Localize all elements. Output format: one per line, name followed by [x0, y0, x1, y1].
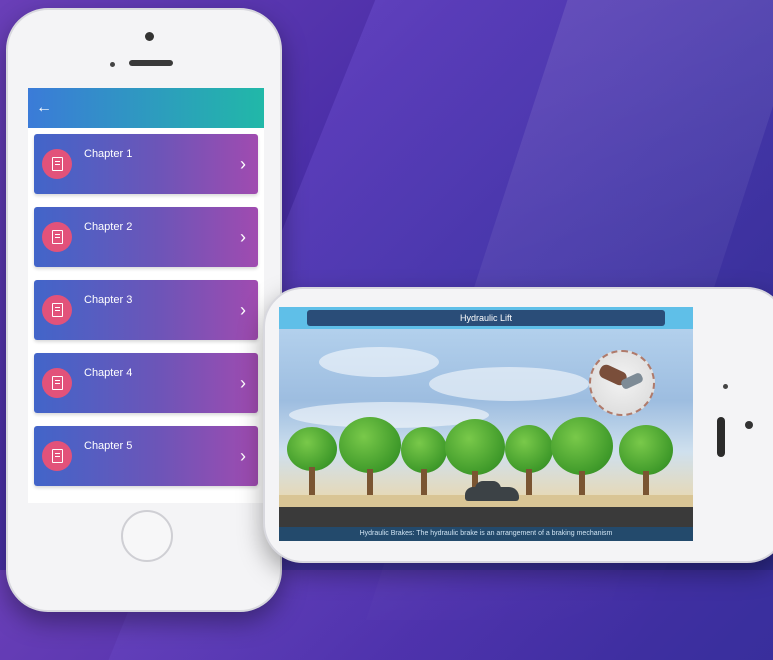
- home-button[interactable]: [121, 510, 173, 562]
- book-icon: [42, 149, 72, 179]
- sensor-dot: [723, 384, 728, 389]
- landscape-phone: Hydraulic Lift Hydraulic Brakes: The hyd…: [263, 287, 773, 563]
- sensor-dot: [110, 62, 115, 67]
- chapter-label: Chapter 5: [84, 440, 133, 452]
- earpiece-speaker: [129, 60, 173, 66]
- arrow-left-icon[interactable]: ←: [36, 99, 52, 117]
- earpiece-speaker: [717, 417, 725, 457]
- chapter-label: Chapter 4: [84, 367, 133, 379]
- chapter-list-screen: ← Chapter 1 › Chapter 2 › Chapter 3 › Ch…: [28, 88, 264, 503]
- car: [465, 481, 519, 501]
- chevron-right-icon: ›: [240, 445, 246, 466]
- book-icon: [42, 368, 72, 398]
- chevron-right-icon: ›: [240, 226, 246, 247]
- simulation-title: Hydraulic Lift: [307, 310, 665, 326]
- front-camera: [145, 32, 154, 41]
- chapter-label: Chapter 2: [84, 221, 133, 233]
- chevron-right-icon: ›: [240, 299, 246, 320]
- simulation-caption: Hydraulic Brakes: The hydraulic brake is…: [279, 527, 693, 541]
- cloud: [429, 367, 589, 401]
- chapter-item-5[interactable]: Chapter 5 ›: [34, 426, 258, 486]
- magnifier-callout: [589, 350, 655, 416]
- chapter-item-3[interactable]: Chapter 3 ›: [34, 280, 258, 340]
- front-camera: [745, 421, 753, 429]
- app-bar: ←: [28, 88, 264, 128]
- simulation-top-bar: Hydraulic Lift: [279, 307, 693, 329]
- chapter-label: Chapter 3: [84, 294, 133, 306]
- simulation-screen: Hydraulic Lift Hydraulic Brakes: The hyd…: [279, 307, 693, 541]
- chapter-label: Chapter 1: [84, 148, 133, 160]
- book-icon: [42, 222, 72, 252]
- cloud: [319, 347, 439, 377]
- chapter-item-4[interactable]: Chapter 4 ›: [34, 353, 258, 413]
- chevron-right-icon: ›: [240, 372, 246, 393]
- chapter-item-1[interactable]: Chapter 1 ›: [34, 134, 258, 194]
- chapter-item-2[interactable]: Chapter 2 ›: [34, 207, 258, 267]
- book-icon: [42, 295, 72, 325]
- chevron-right-icon: ›: [240, 153, 246, 174]
- book-icon: [42, 441, 72, 471]
- portrait-phone: ← Chapter 1 › Chapter 2 › Chapter 3 › Ch…: [6, 8, 282, 612]
